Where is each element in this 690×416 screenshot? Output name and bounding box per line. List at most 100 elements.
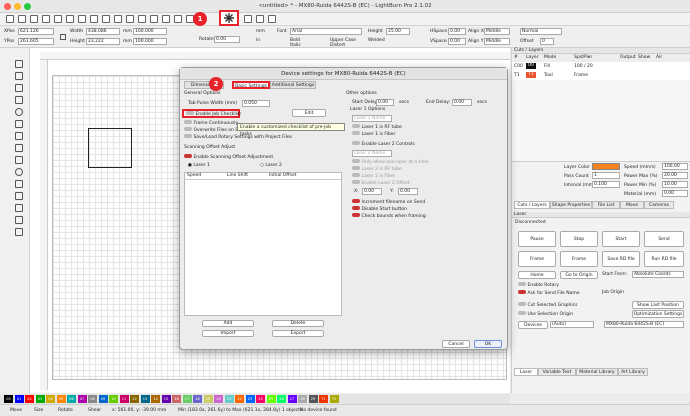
canvas-rectangle-shape[interactable] xyxy=(88,128,132,168)
devices-select[interactable]: (Auto) xyxy=(550,321,594,328)
align-y-select[interactable]: Middle xyxy=(484,38,510,45)
copy-icon[interactable] xyxy=(90,15,98,23)
start-delay-input[interactable]: 0.00 xyxy=(376,99,394,106)
palette-color-21[interactable]: 21 xyxy=(224,395,234,403)
height-input[interactable]: 23.222 xyxy=(86,38,120,45)
undo-icon[interactable] xyxy=(66,15,74,23)
check-bounds-toggle[interactable]: Check bounds when framing xyxy=(352,213,426,220)
run-rd-button[interactable]: Run RD file xyxy=(644,251,684,267)
polygon-tool-icon[interactable] xyxy=(15,120,23,128)
array-tool-icon[interactable] xyxy=(15,204,23,212)
rectangle-tool-icon[interactable] xyxy=(15,96,23,104)
palette-color-27[interactable]: 27 xyxy=(287,395,297,403)
palette-color-01[interactable]: 01 xyxy=(14,395,24,403)
scan-offset-table[interactable]: Speed Line Shift Initial Offset xyxy=(184,172,342,316)
grid-array-icon[interactable] xyxy=(15,216,23,224)
laser2-rf-toggle[interactable]: Laser 2 is RF tube xyxy=(352,166,402,173)
laser-device-select[interactable]: MX80-Ruida 6442S-B (EC) xyxy=(604,321,684,328)
in-radio[interactable]: in xyxy=(256,37,260,44)
offset-input[interactable]: 0 xyxy=(540,38,554,45)
edit-checklist-button[interactable]: Edit xyxy=(292,109,326,117)
stop-button[interactable]: Stop xyxy=(560,231,598,247)
use-selection-origin-toggle[interactable]: Use Selection Origin xyxy=(518,311,573,317)
palette-color-24[interactable]: 24 xyxy=(256,395,265,403)
tab-variable-text[interactable]: Variable Text xyxy=(538,368,576,376)
home-button[interactable]: Home xyxy=(518,271,556,279)
mm-radio[interactable]: mm xyxy=(256,28,265,35)
palette-color-23[interactable]: 23 xyxy=(245,395,255,403)
tab-basic-settings[interactable]: Basic Settings xyxy=(232,81,270,89)
enable-laser2-toggle[interactable]: Enable Laser 2 Controls xyxy=(352,141,415,148)
frame-continuously-toggle[interactable]: Frame Continuously xyxy=(184,120,238,127)
palette-color-10[interactable]: 10 xyxy=(109,395,118,403)
tab-art-library[interactable]: Art Library xyxy=(618,368,648,376)
palette-color-16[interactable]: 16 xyxy=(172,395,181,403)
line-tool-icon[interactable] xyxy=(15,84,23,92)
text-tool-icon[interactable] xyxy=(15,132,23,140)
ask-send-name-toggle[interactable]: Ask for Send File Name xyxy=(518,290,580,296)
go-to-origin-button[interactable]: Go to Origin xyxy=(560,271,598,279)
palette-color-12[interactable]: 12 xyxy=(130,395,139,403)
export-button[interactable]: Export xyxy=(272,330,324,337)
ok-button[interactable]: OK xyxy=(474,340,502,348)
tab-pulse-input[interactable]: 0.050 xyxy=(242,100,270,107)
palette-color-19[interactable]: 19 xyxy=(203,395,213,403)
start-button[interactable]: Start xyxy=(602,231,640,247)
cut-selected-toggle[interactable]: Cut Selected Graphics xyxy=(518,302,577,308)
width-input[interactable]: 438.086 xyxy=(86,28,120,35)
paste-icon[interactable] xyxy=(102,15,110,23)
frame-button-2[interactable]: Frame xyxy=(560,251,598,267)
measure-icon[interactable] xyxy=(268,15,276,23)
delete-icon[interactable] xyxy=(114,15,122,23)
measure-tool-icon[interactable] xyxy=(15,156,23,164)
tab-move[interactable]: Move xyxy=(620,201,644,209)
edit-nodes-icon[interactable] xyxy=(15,72,23,80)
import-button[interactable]: Import xyxy=(202,330,254,337)
tab-cuts-layers[interactable]: Cuts / Layers xyxy=(514,201,550,209)
x-offset-input[interactable]: 0.00 xyxy=(362,188,382,195)
height-percent-input[interactable]: 100.000 xyxy=(133,38,167,45)
tab-file-list[interactable]: File List xyxy=(592,201,620,209)
layer-color-swatch[interactable] xyxy=(592,163,620,170)
rotate-input[interactable]: 0.00 xyxy=(214,36,240,43)
palette-color-15[interactable]: 15 xyxy=(161,395,171,403)
palette-color-08[interactable]: 08 xyxy=(88,395,97,403)
lock-icon[interactable] xyxy=(60,34,66,40)
tab-tool-icon[interactable] xyxy=(15,228,23,236)
tab-shape-properties[interactable]: Shape Properties xyxy=(550,201,592,209)
palette-color-17[interactable]: 17 xyxy=(182,395,192,403)
palette-color-04[interactable]: 04 xyxy=(46,395,55,403)
font-select[interactable]: Arial xyxy=(290,28,362,35)
save-load-rotary-toggle[interactable]: Save/Load Rotary Settings with Project F… xyxy=(184,134,292,141)
hspace-input[interactable]: 0.00 xyxy=(448,28,466,35)
palette-color-25[interactable]: 25 xyxy=(266,395,276,403)
power-max-input[interactable]: 20.00 xyxy=(662,172,688,179)
palette-color-14[interactable]: 14 xyxy=(151,395,160,403)
laser2-fiber-toggle[interactable]: Laser 2 is Fiber xyxy=(352,173,395,180)
cancel-button[interactable]: Cancel xyxy=(442,340,470,348)
tab-cameras[interactable]: Cameras xyxy=(644,201,674,209)
zoom-window-button[interactable] xyxy=(24,3,31,10)
pass-count-input[interactable]: 1 xyxy=(592,172,620,179)
redo-icon[interactable] xyxy=(78,15,86,23)
layer-mode[interactable]: Fill xyxy=(544,64,550,69)
pause-button[interactable]: Pause xyxy=(518,231,556,247)
normal-select[interactable]: Normal xyxy=(520,28,562,35)
enable-scan-offset-toggle[interactable]: Enable Scanning Offset Adjustment xyxy=(184,154,273,161)
laser2-offset-toggle[interactable]: Enable Laser 2 Offset xyxy=(352,180,410,187)
palette-color-05[interactable]: 05 xyxy=(56,395,66,403)
end-delay-input[interactable]: 0.00 xyxy=(452,99,472,106)
welded-checkbox[interactable]: Welded xyxy=(368,37,385,44)
laser1-rf-toggle[interactable]: Laser 1 is RF tube xyxy=(352,124,402,131)
import-icon[interactable] xyxy=(42,15,50,23)
export-icon[interactable] xyxy=(54,15,62,23)
settings-icon[interactable] xyxy=(244,15,252,23)
laser2-name-input[interactable]: Laser 2 Name xyxy=(352,150,392,157)
laser1-name-input[interactable]: Laser 1 Name xyxy=(352,115,392,122)
send-button[interactable]: Send xyxy=(644,231,684,247)
y-offset-input[interactable]: 0.00 xyxy=(398,188,418,195)
laser2-radio[interactable]: ○ Laser 2 xyxy=(260,163,282,169)
tab-additional-settings[interactable]: Additional Settings xyxy=(270,81,316,89)
enable-rotary-toggle[interactable]: Enable Rotary xyxy=(518,282,559,288)
laser1-fiber-toggle[interactable]: Laser 1 is Fiber xyxy=(352,131,395,138)
